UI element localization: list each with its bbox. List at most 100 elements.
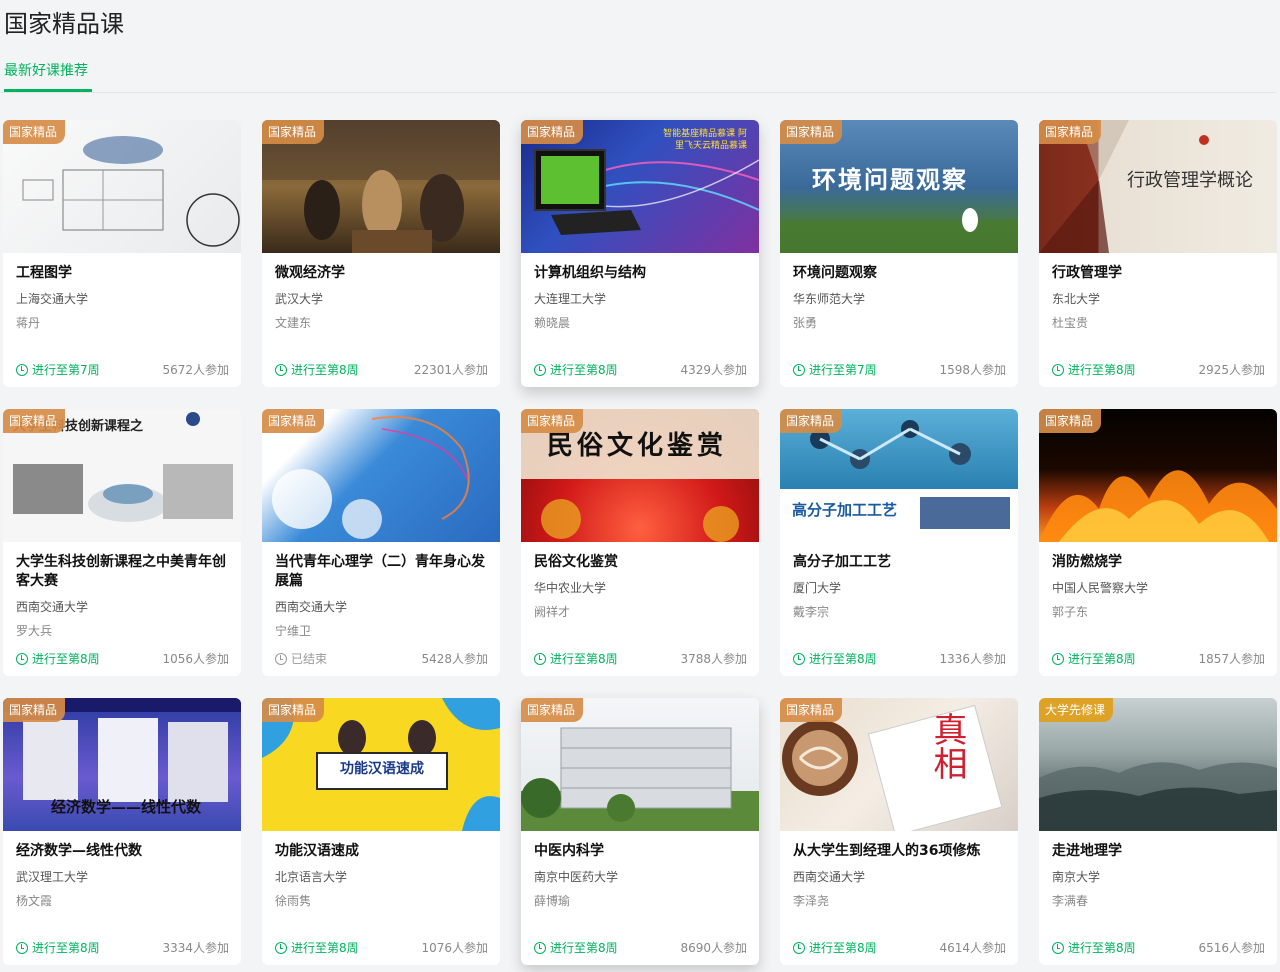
course-name[interactable]: 高分子加工工艺 — [793, 553, 1008, 572]
status-text: 进行至第8周 — [291, 941, 359, 955]
course-thumbnail: 功能汉语速成 国家精品 — [262, 698, 500, 831]
course-name[interactable]: 行政管理学 — [1052, 264, 1267, 283]
course-grid: 国家精品 工程图学 上海交通大学 蒋丹 进行至第7周 5672人参加 国家精品 … — [3, 120, 1277, 965]
course-card[interactable]: 国家精品 工程图学 上海交通大学 蒋丹 进行至第7周 5672人参加 — [3, 120, 241, 387]
course-thumbnail: 真相 国家精品 — [780, 698, 1018, 831]
participant-count: 22301人参加 — [413, 363, 488, 377]
course-name[interactable]: 经济数学—线性代数 — [16, 842, 231, 861]
course-status: 进行至第8周 — [275, 361, 359, 378]
course-status: 进行至第7周 — [793, 361, 877, 378]
teacher: 郭子东 — [1052, 605, 1089, 619]
university: 华中农业大学 — [534, 581, 607, 595]
status-text: 进行至第8周 — [291, 363, 359, 377]
course-card[interactable]: 环境问题观察 国家精品 环境问题观察 华东师范大学 张勇 进行至第7周 1598… — [780, 120, 1018, 387]
course-thumbnail: 国家精品 — [262, 409, 500, 542]
teacher: 张勇 — [793, 316, 818, 330]
status-text: 进行至第8周 — [32, 652, 100, 666]
course-badge: 国家精品 — [3, 120, 66, 144]
course-thumbnail: 民俗文化鉴赏 国家精品 — [521, 409, 759, 542]
status-text: 进行至第8周 — [550, 652, 618, 666]
course-status: 进行至第8周 — [793, 939, 877, 956]
course-card[interactable]: 大学生科技创新课程之 国家精品 大学生科技创新课程之中美青年创客大赛 西南交通大… — [3, 409, 241, 676]
participant-count: 4614人参加 — [939, 941, 1006, 955]
course-name[interactable]: 中医内科学 — [534, 842, 749, 861]
thumbnail-caption: 智能基座精品慕课 阿里飞天云精品慕课 — [663, 129, 747, 151]
university: 西南交通大学 — [16, 600, 89, 614]
clock-icon — [534, 652, 546, 665]
clock-icon — [16, 652, 28, 665]
course-thumbnail: 大学先修课 — [1039, 698, 1277, 831]
course-card[interactable]: 国家精品 消防燃烧学 中国人民警察大学 郭子东 进行至第8周 1857人参加 — [1039, 409, 1277, 676]
course-name[interactable]: 计算机组织与结构 — [534, 264, 749, 283]
course-thumbnail: 经济数学——线性代数 国家精品 — [3, 698, 241, 831]
course-card[interactable]: 功能汉语速成 国家精品 功能汉语速成 北京语言大学 徐雨隽 进行至第8周 107… — [262, 698, 500, 965]
university: 上海交通大学 — [16, 292, 89, 306]
participant-count: 1056人参加 — [162, 652, 229, 666]
teacher: 薛博瑜 — [534, 894, 571, 908]
university: 西南交通大学 — [275, 600, 348, 614]
clock-icon — [275, 941, 287, 954]
course-card[interactable]: 国家精品 当代青年心理学（二）青年身心发展篇 西南交通大学 宁维卫 已结束 54… — [262, 409, 500, 676]
course-thumbnail: 国家精品 — [1039, 409, 1277, 542]
course-name[interactable]: 消防燃烧学 — [1052, 553, 1267, 572]
thumbnail-caption: 高分子加工工艺 — [792, 501, 898, 519]
course-name[interactable]: 功能汉语速成 — [275, 842, 490, 861]
status-text: 进行至第8周 — [1068, 941, 1136, 955]
course-badge: 国家精品 — [780, 120, 843, 144]
university: 中国人民警察大学 — [1052, 581, 1149, 595]
course-badge: 国家精品 — [1039, 120, 1102, 144]
course-card[interactable]: 大学先修课 走进地理学 南京大学 李满春 进行至第8周 6516人参加 — [1039, 698, 1277, 965]
clock-icon — [793, 941, 805, 954]
teacher: 赖晓晨 — [534, 316, 571, 330]
course-name[interactable]: 走进地理学 — [1052, 842, 1267, 861]
teacher: 罗大兵 — [16, 624, 53, 638]
tab-latest-recommended[interactable]: 最新好课推荐 — [4, 60, 88, 80]
university: 北京语言大学 — [275, 870, 348, 884]
participant-count: 1598人参加 — [939, 363, 1006, 377]
clock-icon — [1052, 652, 1064, 665]
status-text: 进行至第7周 — [809, 363, 877, 377]
course-name[interactable]: 当代青年心理学（二）青年身心发展篇 — [275, 553, 490, 591]
course-thumbnail: 高分子加工工艺 国家精品 — [780, 409, 1018, 542]
course-card[interactable]: 国家精品 中医内科学 南京中医药大学 薛博瑜 进行至第8周 8690人参加 — [521, 698, 759, 965]
course-thumbnail: 环境问题观察 国家精品 — [780, 120, 1018, 253]
course-name[interactable]: 工程图学 — [16, 264, 231, 283]
course-thumbnail: 国家精品 — [262, 120, 500, 253]
course-badge: 国家精品 — [521, 698, 584, 722]
course-name[interactable]: 环境问题观察 — [793, 264, 1008, 283]
course-card[interactable]: 行政管理学概论 国家精品 行政管理学 东北大学 杜宝贵 进行至第8周 2925人… — [1039, 120, 1277, 387]
participant-count: 1076人参加 — [421, 941, 488, 955]
course-badge: 国家精品 — [521, 409, 584, 433]
clock-icon — [16, 363, 28, 376]
course-card[interactable]: 智能基座精品慕课 阿里飞天云精品慕课 国家精品 计算机组织与结构 大连理工大学 … — [521, 120, 759, 387]
course-card[interactable]: 民俗文化鉴赏 国家精品 民俗文化鉴赏 华中农业大学 阙祥才 进行至第8周 378… — [521, 409, 759, 676]
course-badge: 国家精品 — [262, 698, 325, 722]
course-name[interactable]: 大学生科技创新课程之中美青年创客大赛 — [16, 553, 231, 591]
participant-count: 2925人参加 — [1198, 363, 1265, 377]
course-card[interactable]: 经济数学——线性代数 国家精品 经济数学—线性代数 武汉理工大学 杨文霞 进行至… — [3, 698, 241, 965]
clock-icon — [275, 363, 287, 376]
participant-count: 5672人参加 — [162, 363, 229, 377]
teacher: 徐雨隽 — [275, 894, 312, 908]
participant-count: 8690人参加 — [680, 941, 747, 955]
course-card[interactable]: 国家精品 微观经济学 武汉大学 文建东 进行至第8周 22301人参加 — [262, 120, 500, 387]
course-status: 进行至第8周 — [534, 650, 618, 667]
course-status: 进行至第8周 — [16, 650, 100, 667]
status-text: 进行至第8周 — [1068, 652, 1136, 666]
course-status: 进行至第8周 — [534, 939, 618, 956]
course-card[interactable]: 高分子加工工艺 国家精品 高分子加工工艺 厦门大学 戴李宗 进行至第8周 133… — [780, 409, 1018, 676]
status-text: 进行至第8周 — [809, 941, 877, 955]
clock-icon — [534, 363, 546, 376]
course-badge: 国家精品 — [521, 120, 584, 144]
university: 武汉理工大学 — [16, 870, 89, 884]
course-name[interactable]: 从大学生到经理人的36项修炼 — [793, 842, 1008, 861]
course-card[interactable]: 真相 国家精品 从大学生到经理人的36项修炼 西南交通大学 李泽尧 进行至第8周… — [780, 698, 1018, 965]
thumbnail-caption: 功能汉语速成 — [340, 761, 424, 777]
status-text: 进行至第8周 — [809, 652, 877, 666]
course-badge: 国家精品 — [262, 120, 325, 144]
course-name[interactable]: 民俗文化鉴赏 — [534, 553, 749, 572]
clock-icon — [1052, 363, 1064, 376]
course-status: 进行至第8周 — [16, 939, 100, 956]
course-status: 进行至第8周 — [1052, 939, 1136, 956]
course-name[interactable]: 微观经济学 — [275, 264, 490, 283]
